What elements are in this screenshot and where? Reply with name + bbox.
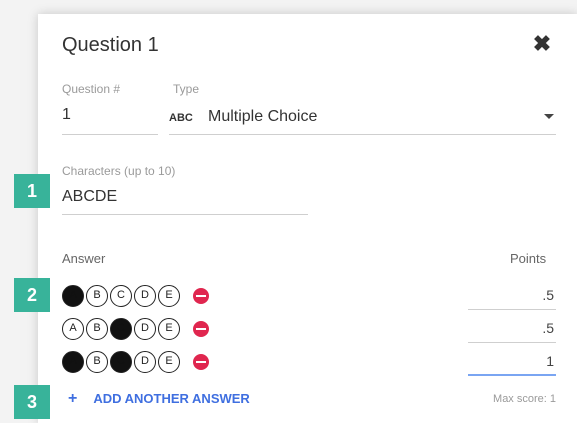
answer-bubble-e[interactable]: E: [158, 351, 180, 373]
characters-label: Characters (up to 10): [62, 164, 176, 178]
question-number-field[interactable]: 1: [62, 106, 71, 124]
answer-header: Answer: [62, 251, 106, 266]
answer-bubble-a[interactable]: A: [62, 351, 84, 373]
callout-badge-1: 1: [14, 174, 50, 208]
answer-bubble-a[interactable]: A: [62, 318, 84, 340]
answer-bubble-b[interactable]: B: [86, 318, 108, 340]
points-header: Points: [510, 251, 547, 266]
question-dialog: Question 1 ✖ Question # 1 Type ABC Multi…: [38, 14, 577, 423]
type-label: Type: [173, 82, 200, 96]
points-input[interactable]: 1: [468, 350, 556, 376]
type-select[interactable]: Multiple Choice: [208, 108, 317, 126]
answer-bubble-c[interactable]: C: [110, 318, 132, 340]
answer-row: A B C D E: [62, 282, 282, 310]
answer-bubble-e[interactable]: E: [158, 318, 180, 340]
callout-badge-3: 3: [14, 385, 50, 419]
chevron-down-icon[interactable]: [544, 114, 554, 119]
points-input[interactable]: .5: [468, 284, 556, 310]
max-score-label: Max score: 1: [493, 393, 556, 405]
abc-type-icon: ABC: [169, 112, 193, 124]
remove-answer-button[interactable]: [193, 288, 209, 304]
answer-bubble-d[interactable]: D: [134, 318, 156, 340]
remove-answer-button[interactable]: [193, 321, 209, 337]
points-input[interactable]: .5: [468, 317, 556, 343]
answer-bubble-d[interactable]: D: [134, 285, 156, 307]
answer-bubble-c[interactable]: C: [110, 351, 132, 373]
answer-bubble-b[interactable]: B: [86, 285, 108, 307]
answer-bubble-a[interactable]: A: [62, 285, 84, 307]
close-icon[interactable]: ✖: [530, 32, 554, 56]
answer-bubble-c[interactable]: C: [110, 285, 132, 307]
answer-bubble-d[interactable]: D: [134, 351, 156, 373]
answer-row: A B C D E: [62, 315, 282, 343]
plus-icon: +: [68, 390, 78, 407]
answer-row: A B C D E: [62, 348, 282, 376]
add-answer-label: ADD ANOTHER ANSWER: [93, 391, 250, 406]
remove-answer-button[interactable]: [193, 354, 209, 370]
question-number-underline: [62, 134, 158, 135]
question-number-label: Question #: [62, 82, 121, 96]
answer-bubble-b[interactable]: B: [86, 351, 108, 373]
add-answer-button[interactable]: + ADD ANOTHER ANSWER: [68, 390, 250, 408]
characters-underline: [62, 214, 308, 215]
answer-bubble-e[interactable]: E: [158, 285, 180, 307]
callout-badge-2: 2: [14, 278, 50, 312]
characters-field[interactable]: ABCDE: [62, 188, 117, 206]
dialog-title: Question 1: [62, 34, 159, 56]
type-underline: [169, 134, 556, 135]
